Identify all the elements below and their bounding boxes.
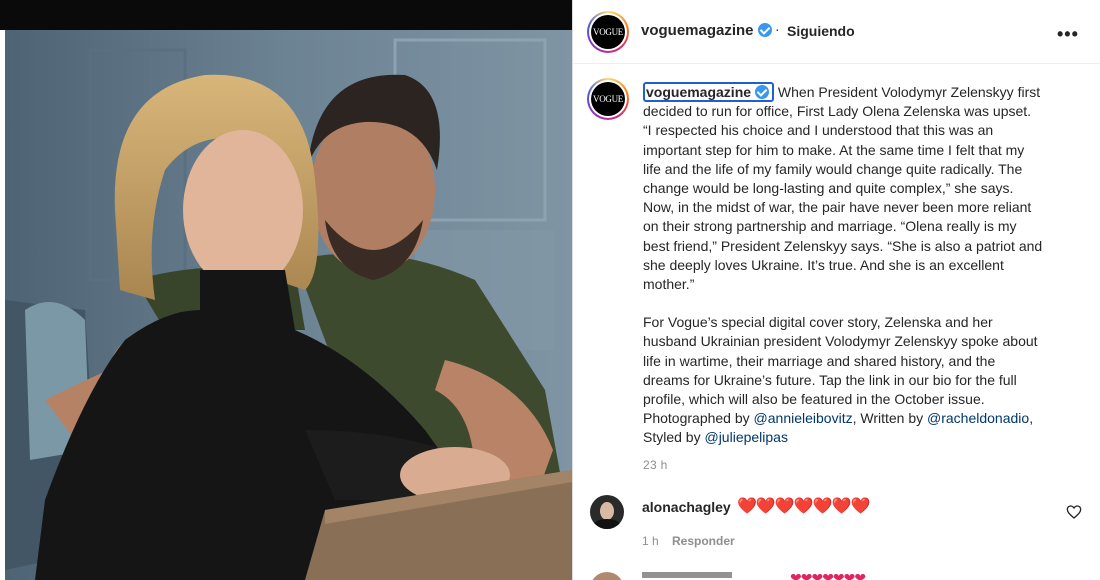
comment-timestamp[interactable]: 1 h <box>642 534 659 548</box>
post-photo[interactable] <box>5 30 572 580</box>
post-photo-illustration <box>5 30 572 580</box>
next-comment-partial: ❤❤❤❤❤❤❤ <box>590 572 990 580</box>
reply-button[interactable]: Responder <box>672 534 735 548</box>
comment-text: ❤️❤️❤️❤️❤️❤️❤️ <box>737 498 870 515</box>
photo-top-strip <box>0 0 572 30</box>
comment-area: alonachagley ❤️❤️❤️❤️❤️❤️❤️ 1 h Responde… <box>572 0 1100 580</box>
comment-avatar[interactable] <box>590 495 624 529</box>
heart-outline-icon[interactable] <box>1066 504 1082 520</box>
comment-username[interactable]: alonachagley <box>642 499 731 515</box>
